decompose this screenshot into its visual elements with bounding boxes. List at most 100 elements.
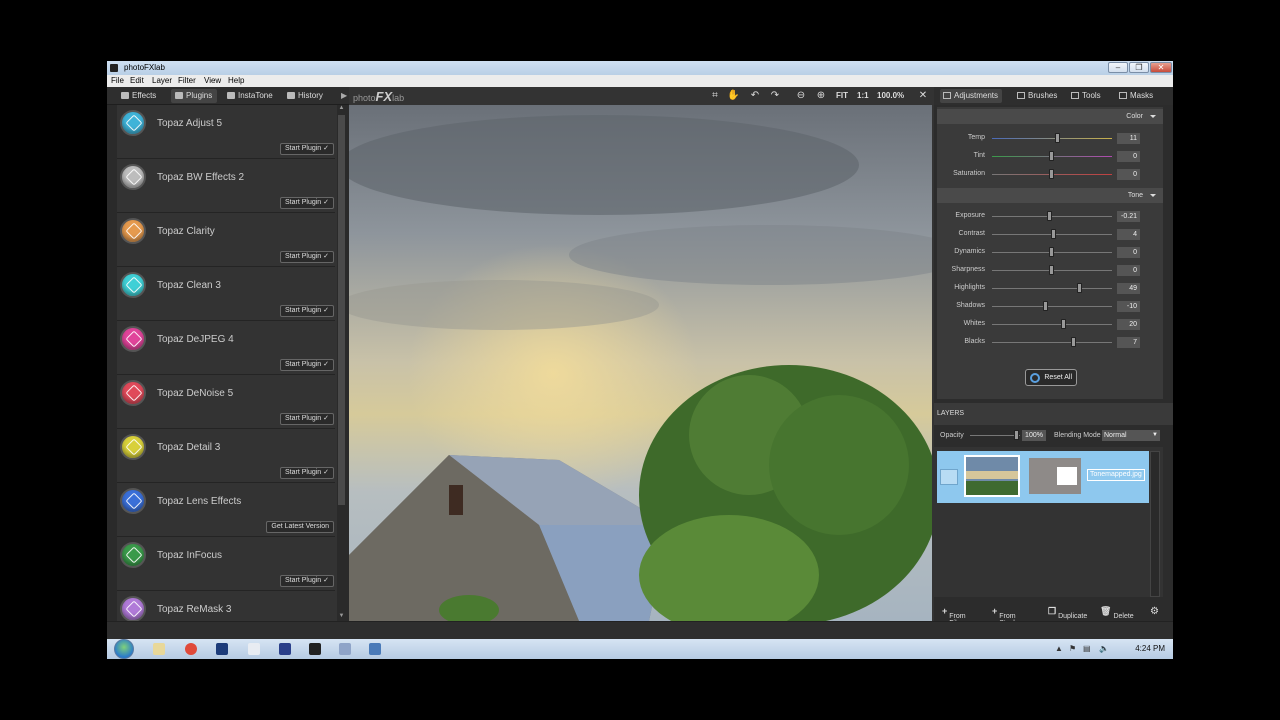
plugin-item[interactable]: Topaz DeJPEG 4 Start Plugin ✓ [117,321,335,375]
start-plugin-button[interactable]: Start Plugin ✓ [280,575,334,587]
menu-view[interactable]: View [204,76,221,85]
tab-effects[interactable]: Effects [117,89,167,103]
slider-value[interactable]: 0 [1117,265,1140,276]
get-latest-version-button[interactable]: Get Latest Version [266,521,334,533]
start-plugin-button[interactable]: Start Plugin ✓ [280,305,334,317]
slider-track[interactable] [992,324,1112,325]
slider-knob[interactable] [1061,319,1066,329]
slider-knob[interactable] [1049,169,1054,179]
delete-button[interactable]: 🗑 Delete [1100,606,1134,620]
from-file-button[interactable]: +From File [942,606,966,627]
close-image-icon[interactable]: ✕ [917,90,929,102]
scroll-thumb[interactable] [338,115,345,505]
layers-scrollbar[interactable] [1150,451,1160,597]
zoom-in-icon[interactable]: ⊕ [815,90,827,102]
slider-track[interactable] [992,216,1112,217]
menu-edit[interactable]: Edit [130,76,144,85]
opacity-slider[interactable] [970,435,1020,436]
slider-value[interactable]: -0.21 [1117,211,1140,222]
menu-file[interactable]: File [111,76,124,85]
menu-layer[interactable]: Layer [152,76,172,85]
plugin-item[interactable]: Topaz DeNoise 5 Start Plugin ✓ [117,375,335,429]
slider-knob[interactable] [1049,247,1054,257]
tab-tools[interactable]: Tools [1068,89,1106,103]
flag-icon[interactable]: ⚑ [1069,644,1076,653]
from-stack-button[interactable]: +From Stack [992,606,1017,627]
tab-brushes[interactable]: Brushes [1014,89,1060,103]
layer-name[interactable]: Tonemapped.jpg [1087,469,1145,481]
zoom-out-icon[interactable]: ⊖ [795,90,807,102]
fit-button[interactable]: FIT [836,91,848,100]
maximize-button[interactable]: ❐ [1129,62,1149,73]
plugin-item[interactable]: Topaz Clarity Start Plugin ✓ [117,213,335,267]
opacity-value[interactable]: 100% [1022,430,1046,441]
plugin-item[interactable]: Topaz Lens Effects Get Latest Version [117,483,335,537]
crop-icon[interactable]: ⌗ [709,90,721,102]
plugin-item[interactable]: Topaz Detail 3 Start Plugin ✓ [117,429,335,483]
start-plugin-button[interactable]: Start Plugin ✓ [280,467,334,479]
tray-arrow-icon[interactable]: ▲ [1055,644,1063,653]
slider-value[interactable]: 0 [1117,169,1140,180]
slider-knob[interactable] [1046,211,1052,221]
eye-icon[interactable] [940,469,958,485]
opacity-knob[interactable] [1014,430,1019,440]
slider-knob[interactable] [1043,301,1048,311]
hand-icon[interactable]: ✋ [727,90,739,102]
slider-track[interactable] [992,288,1112,289]
slider-track[interactable] [992,138,1112,139]
photo-canvas[interactable] [349,105,932,621]
tab-history[interactable]: History [283,89,329,103]
tab-plugins[interactable]: Plugins [171,89,217,103]
start-plugin-button[interactable]: Start Plugin ✓ [280,197,334,209]
layer-item[interactable]: Tonemapped.jpg [937,451,1149,503]
one-to-one-button[interactable]: 1:1 [857,91,869,100]
slider-value[interactable]: 49 [1117,283,1140,294]
slider-track[interactable] [992,306,1112,307]
slider-value[interactable]: 11 [1117,133,1140,144]
network-icon[interactable]: ▤ [1083,644,1091,653]
start-button[interactable] [114,639,134,659]
collapse-arrow-icon[interactable]: ▶ [337,89,347,103]
slider-value[interactable]: 0 [1117,151,1140,162]
plugin-item[interactable]: Topaz BW Effects 2 Start Plugin ✓ [117,159,335,213]
plugin-item[interactable]: Topaz Clean 3 Start Plugin ✓ [117,267,335,321]
blending-mode-select[interactable]: Normal ▼ [1102,430,1160,441]
plugin-item[interactable]: Topaz InFocus Start Plugin ✓ [117,537,335,591]
photoshop-icon-2[interactable] [279,643,291,655]
minimize-button[interactable]: – [1108,62,1128,73]
slider-track[interactable] [992,342,1112,343]
scroll-down-icon[interactable]: ▼ [338,613,345,621]
gear-icon[interactable]: ⚙ [1150,606,1159,617]
menu-help[interactable]: Help [228,76,244,85]
volume-icon[interactable]: 🔈 [1099,644,1109,653]
start-plugin-button[interactable]: Start Plugin ✓ [280,251,334,263]
slider-knob[interactable] [1070,337,1076,347]
slider-knob[interactable] [1049,265,1054,275]
slider-knob[interactable] [1055,133,1060,143]
app-taskbar-icon[interactable] [339,643,351,655]
photoshop-icon[interactable] [216,643,228,655]
photofxlab-taskbar-icon[interactable] [309,643,321,655]
undo-icon[interactable]: ↶ [749,90,761,102]
chrome-icon[interactable] [185,643,197,655]
tab-masks[interactable]: Masks [1116,89,1156,103]
start-plugin-button[interactable]: Start Plugin ✓ [280,359,334,371]
tab-instatone[interactable]: InstaTone [223,89,279,103]
plugin-item[interactable]: Topaz ReMask 3 [117,591,335,621]
reset-all-button[interactable]: Reset All [1025,369,1077,386]
plugin-scrollbar[interactable]: ▲ ▼ [337,105,346,621]
slider-value[interactable]: 20 [1117,319,1140,330]
slider-knob[interactable] [1051,229,1057,239]
slider-value[interactable]: 7 [1117,337,1140,348]
plugin-item[interactable]: Topaz Adjust 5 Start Plugin ✓ [117,105,335,159]
slider-value[interactable]: 0 [1117,247,1140,258]
slider-value[interactable]: -10 [1117,301,1140,312]
slider-knob[interactable] [1076,283,1082,293]
close-button[interactable]: ✕ [1150,62,1172,73]
tab-adjustments[interactable]: Adjustments [940,89,1002,103]
start-plugin-button[interactable]: Start Plugin ✓ [280,413,334,425]
slider-value[interactable]: 4 [1117,229,1140,240]
color-section-header[interactable]: Color [937,109,1163,124]
slider-knob[interactable] [1049,151,1054,161]
duplicate-button[interactable]: ❐ Duplicate [1048,606,1087,620]
